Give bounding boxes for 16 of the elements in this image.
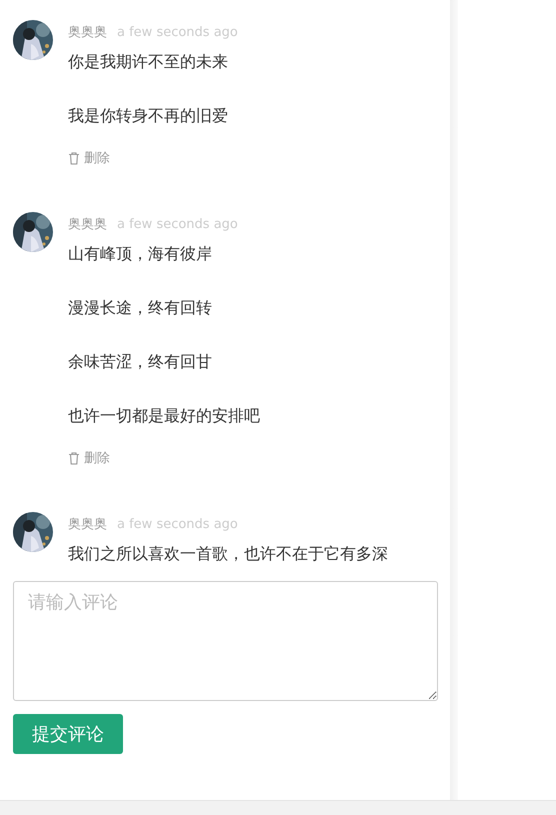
comment-text: 余味苦涩，终有回甘 — [68, 351, 213, 373]
comment-text: 我是你转身不再的旧爱 — [68, 105, 229, 127]
comment-text: 也许一切都是最好的安排吧 — [68, 405, 260, 427]
comment-text: 你是我期许不至的未来 — [68, 51, 229, 73]
comment-text: 我们之所以喜欢一首歌，也许不在于它有多深 — [68, 543, 388, 565]
trash-icon — [68, 452, 80, 464]
delete-button[interactable]: 删除 — [68, 148, 110, 168]
delete-button[interactable]: 删除 — [68, 448, 110, 468]
comment-text: 漫漫长途，终有回转 — [68, 297, 213, 319]
comment-input[interactable]: 请输入评论 — [13, 581, 438, 701]
submit-button[interactable]: 提交评论 — [13, 714, 123, 754]
author-name: 奥奥奥 — [68, 24, 107, 41]
trash-icon — [68, 152, 80, 164]
author-name: 奥奥奥 — [68, 216, 107, 233]
comment-text: 山有峰顶，海有彼岸 — [68, 243, 213, 265]
author-name: 奥奥奥 — [68, 516, 107, 533]
